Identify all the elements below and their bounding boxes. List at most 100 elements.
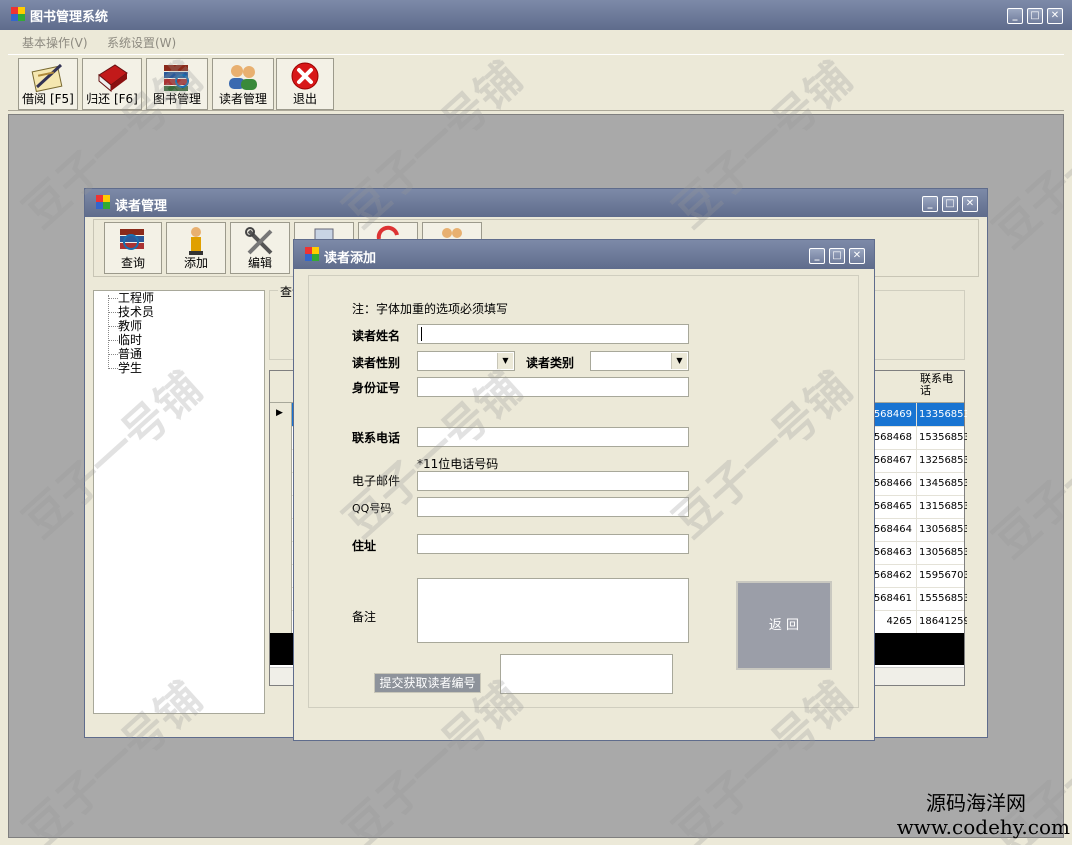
return-book-icon (98, 64, 128, 93)
return-button[interactable]: 归还 [F6] (82, 58, 142, 110)
dialog-close-icon[interactable]: ✕ (849, 248, 865, 264)
add-reader-button[interactable]: 添加 (166, 222, 226, 274)
email-input[interactable] (417, 471, 689, 491)
reader-type-select[interactable]: ▼ (590, 351, 689, 371)
menu-system-settings[interactable]: 系统设置(W) (107, 34, 176, 51)
name-input[interactable] (417, 324, 689, 344)
add-user-icon (189, 227, 203, 255)
add-reader-dialog: 读者添加 _ □ ✕ 注：字体加重的选项必须填写 读者姓名 读者性别 ▼ 读者类… (293, 239, 875, 741)
qq-input[interactable] (417, 497, 689, 517)
return-label: 归还 [F6] (86, 92, 138, 106)
cell-phone: 15356853 (916, 426, 967, 449)
book-manage-button[interactable]: 图书管理 (146, 58, 208, 110)
reader-manage-label: 读者管理 (218, 92, 267, 106)
submit-get-id-button[interactable]: 提交获取读者编号 (374, 673, 481, 693)
cell-phone: 13056853 (916, 541, 967, 564)
add-reader-title-bar[interactable]: 读者添加 _ □ ✕ (294, 240, 874, 269)
cell-reader-id: 568469 (873, 409, 912, 420)
dialog-maximize-icon[interactable]: □ (829, 248, 845, 264)
cell-phone: 15556853 (916, 587, 967, 610)
return-button-label: 返 回 (768, 618, 800, 633)
reader-maximize-icon[interactable]: □ (942, 196, 958, 212)
query-label: 查询 (120, 256, 145, 270)
cell-reader-id: 568465 (873, 501, 912, 512)
gender-dropdown-arrow-icon[interactable]: ▼ (497, 353, 513, 369)
type-dropdown-arrow-icon[interactable]: ▼ (671, 353, 687, 369)
book-manage-label: 图书管理 (152, 92, 201, 106)
tree-item[interactable]: 技术员 (108, 305, 154, 319)
tools-icon (245, 227, 273, 255)
tree-item[interactable]: 教师 (108, 319, 142, 333)
tree-item[interactable]: 普通 (108, 347, 142, 361)
borrow-icon (31, 63, 63, 93)
cell-reader-id: 568463 (873, 547, 912, 558)
edit-label: 编辑 (247, 256, 272, 270)
cell-reader-id: 568462 (873, 570, 912, 581)
cell-phone: 13256853 (916, 449, 967, 472)
site-url: www.codehy.com (896, 815, 1070, 839)
id-number-label: 身份证号 (352, 381, 401, 395)
cell-phone: 13056853 (916, 518, 967, 541)
cell-phone: 15956703 (916, 564, 967, 587)
tree-item-label: 工程师 (118, 291, 155, 305)
email-label: 电子邮件 (352, 474, 401, 488)
edit-reader-button[interactable]: 编辑 (230, 222, 290, 274)
cell-phone: 13356853 (916, 403, 967, 426)
tree-item-label: 临时 (118, 333, 143, 347)
address-input[interactable] (417, 534, 689, 554)
site-watermark: 源码海洋网 www.codehy.com (866, 790, 1070, 842)
borrow-button[interactable]: 借阅 [F5] (18, 58, 78, 110)
add-reader-title: 读者添加 (324, 251, 377, 266)
qq-label: QQ号码 (352, 502, 392, 515)
tree-item-label: 普通 (118, 347, 143, 361)
tree-item[interactable]: 临时 (108, 333, 142, 347)
cell-phone: 13456853 (916, 472, 967, 495)
exit-button[interactable]: 退出 (276, 58, 334, 110)
menu-basic-ops[interactable]: 基本操作(V) (22, 34, 88, 51)
remark-textarea[interactable] (417, 578, 689, 643)
close-icon[interactable]: ✕ (1047, 8, 1063, 24)
exit-label: 退出 (292, 92, 317, 106)
gender-select[interactable]: ▼ (417, 351, 515, 371)
id-number-input[interactable] (417, 377, 689, 397)
phone-input[interactable] (417, 427, 689, 447)
gender-label: 读者性别 (352, 356, 401, 370)
app-icon (11, 7, 25, 21)
reader-close-icon[interactable]: ✕ (962, 196, 978, 212)
main-title-bar[interactable]: 图书管理系统 _ □ ✕ (0, 0, 1072, 30)
borrow-label: 借阅 [F5] (22, 92, 74, 106)
reader-manage-button[interactable]: 读者管理 (212, 58, 274, 110)
cell-phone: 18641259 (916, 610, 967, 633)
reader-type-tree[interactable]: 工程师 技术员 教师 临时 普通 学生 (93, 290, 265, 714)
tree-item-label: 技术员 (118, 305, 155, 319)
maximize-icon[interactable]: □ (1027, 8, 1043, 24)
phone-label: 联系电话 (352, 431, 401, 445)
exit-icon (291, 62, 319, 90)
required-note: 注：字体加重的选项必须填写 (352, 302, 509, 316)
users-icon (229, 65, 257, 90)
tree-item[interactable]: 学生 (108, 361, 142, 375)
cell-reader-id: 4265 (886, 616, 912, 627)
submit-button-label: 提交获取读者编号 (379, 676, 476, 690)
site-name: 源码海洋网 (926, 791, 1026, 815)
books-icon (164, 65, 189, 91)
add-reader-form-group: 注：字体加重的选项必须填写 读者姓名 读者性别 ▼ 读者类别 ▼ 身份证号 联系… (308, 275, 859, 708)
current-row-arrow-icon: ▶ (276, 408, 283, 418)
return-button[interactable]: 返 回 (736, 581, 832, 670)
add-label: 添加 (183, 256, 208, 270)
cell-reader-id: 568464 (873, 524, 912, 535)
reader-id-output[interactable] (500, 654, 673, 694)
minimize-icon[interactable]: _ (1007, 8, 1023, 24)
dialog-minimize-icon[interactable]: _ (809, 248, 825, 264)
dialog-icon (305, 247, 319, 261)
phone-hint: *11位电话号码 (417, 457, 499, 471)
main-toolbar: 借阅 [F5] 归还 [F6] 图书管理 读者管理 退出 (8, 54, 1064, 111)
main-window-title: 图书管理系统 (30, 10, 109, 25)
tree-item[interactable]: 工程师 (108, 291, 154, 305)
reader-manage-title-bar[interactable]: 读者管理 _ □ ✕ (85, 189, 987, 217)
reader-type-label: 读者类别 (526, 356, 575, 370)
column-header-phone[interactable]: 联系电话 (920, 373, 956, 397)
cell-reader-id: 568461 (873, 593, 912, 604)
query-button[interactable]: 查询 (104, 222, 162, 274)
reader-minimize-icon[interactable]: _ (922, 196, 938, 212)
